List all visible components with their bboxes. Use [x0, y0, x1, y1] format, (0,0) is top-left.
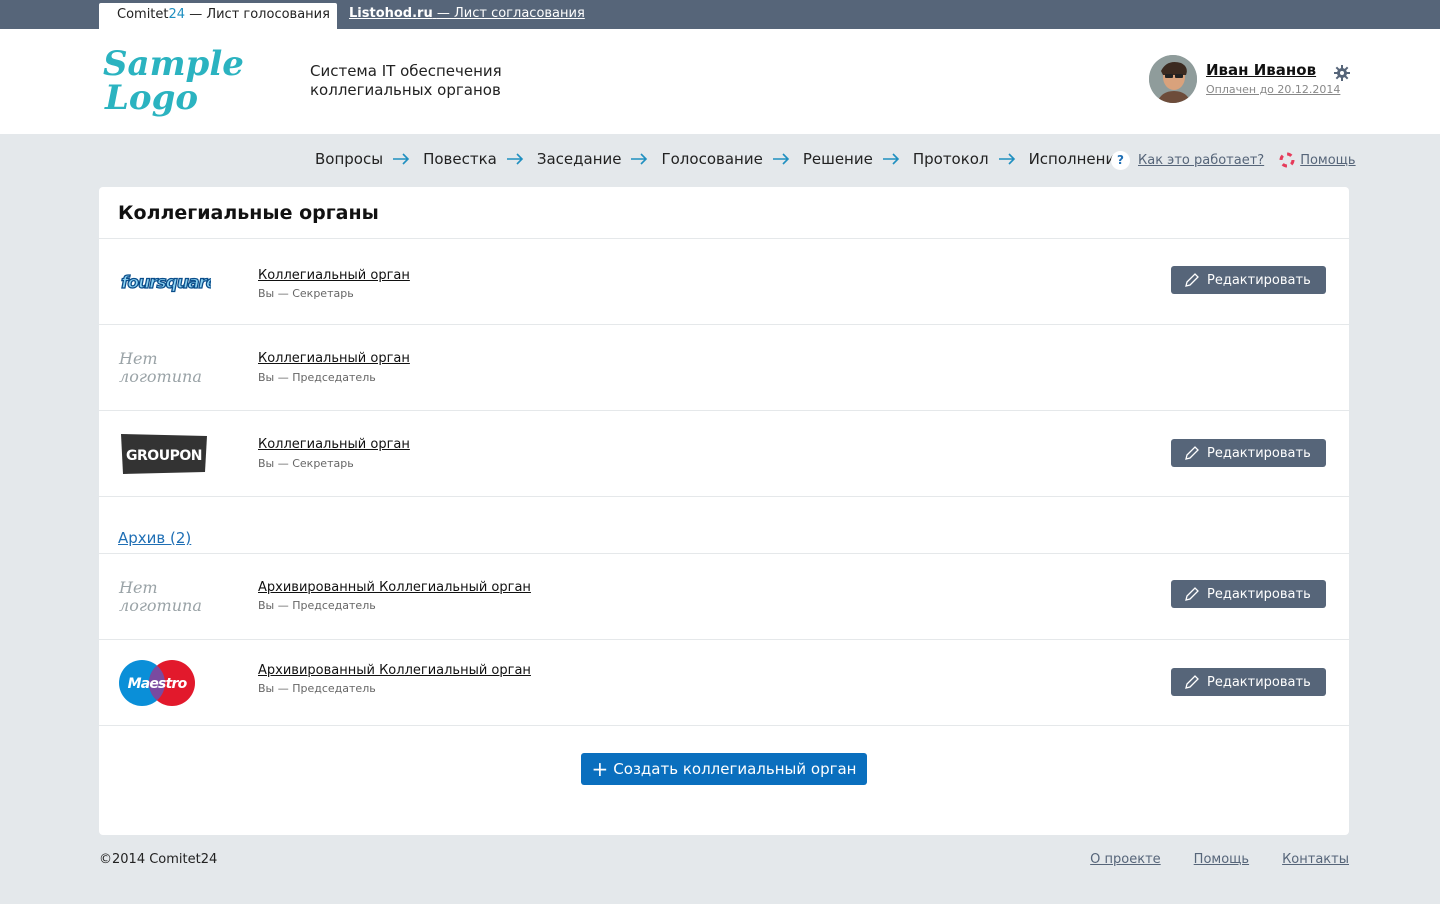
organization-name-link[interactable]: Коллегиальный орган	[258, 437, 410, 452]
edit-button[interactable]: Редактировать	[1171, 580, 1326, 608]
create-button-label: Создать коллегиальный орган	[613, 760, 857, 778]
top-tab-strip: Comitet24 — Лист голосования Listohod.ru…	[0, 0, 1440, 29]
no-logo-line2: логотипа	[119, 596, 202, 615]
organization-logo: Нет логотипа	[119, 325, 229, 411]
logo-text: GROUPON	[126, 448, 202, 464]
tab-approval-sheet[interactable]: Listohod.ru — Лист согласования	[349, 6, 585, 21]
tab-voting-sheet[interactable]: Comitet24 — Лист голосования	[99, 3, 337, 29]
step-decision[interactable]: Решение	[803, 150, 873, 168]
page-title: Коллегиальные органы	[118, 202, 379, 224]
organization-name-link[interactable]: Коллегиальный орган	[258, 351, 410, 366]
divider	[99, 725, 1349, 726]
step-voting[interactable]: Голосование	[661, 150, 762, 168]
edit-button-label: Редактировать	[1207, 272, 1311, 288]
pencil-icon	[1185, 273, 1199, 287]
arrow-right-icon	[882, 153, 899, 165]
step-agenda[interactable]: Повестка	[423, 150, 497, 168]
no-logo-line1: Нет	[119, 578, 158, 597]
edit-button[interactable]: Редактировать	[1171, 266, 1326, 294]
no-logo-placeholder: Нет логотипа	[119, 579, 202, 615]
footer-link-help[interactable]: Помощь	[1194, 852, 1249, 867]
no-logo-line2: логотипа	[119, 367, 202, 386]
edit-button-label: Редактировать	[1207, 445, 1311, 461]
arrow-right-icon	[631, 153, 648, 165]
step-meeting[interactable]: Заседание	[537, 150, 622, 168]
organization-logo: Нет логотипа	[119, 554, 229, 640]
list-item: GROUPON Коллегиальный орган Вы — Секрета…	[99, 411, 1349, 497]
organization-name-link[interactable]: Архивированный Коллегиальный орган	[258, 663, 531, 678]
bodies-card: Коллегиальные органы foursquare Коллегиа…	[99, 187, 1349, 835]
organization-name-link[interactable]: Коллегиальный орган	[258, 268, 410, 283]
avatar[interactable]	[1149, 55, 1197, 103]
help-link[interactable]: Помощь	[1300, 153, 1355, 168]
edit-button[interactable]: Редактировать	[1171, 439, 1326, 467]
organization-logo: Maestro	[119, 640, 229, 726]
copyright: ©2014 Comitet24	[99, 852, 218, 867]
plus-icon: +	[591, 757, 609, 781]
organization-role: Вы — Секретарь	[258, 287, 354, 300]
tab-label: — Лист голосования	[189, 7, 330, 22]
organization-name-link[interactable]: Архивированный Коллегиальный орган	[258, 580, 531, 595]
tagline: Система IT обеспечения коллегиальных орг…	[310, 62, 502, 100]
edit-button[interactable]: Редактировать	[1171, 668, 1326, 696]
workflow-steps: Вопросы Повестка Заседание Голосование Р…	[315, 148, 1124, 170]
footer-links: О проекте Помощь Контакты	[1090, 852, 1349, 867]
organization-role: Вы — Секретарь	[258, 457, 354, 470]
footer-link-contacts[interactable]: Контакты	[1282, 852, 1349, 867]
gear-icon[interactable]	[1334, 65, 1350, 81]
user-name[interactable]: Иван Иванов	[1206, 61, 1316, 79]
arrow-right-icon	[998, 153, 1015, 165]
edit-button-label: Редактировать	[1207, 586, 1311, 602]
foursquare-logo: foursquare	[120, 272, 211, 293]
step-protocol[interactable]: Протокол	[913, 150, 989, 168]
create-body-button[interactable]: + Создать коллегиальный орган	[581, 753, 867, 785]
how-it-works-link[interactable]: Как это работает?	[1138, 153, 1264, 168]
footer-link-about[interactable]: О проекте	[1090, 852, 1161, 867]
logo-text: Maestro	[128, 676, 188, 692]
tab-brand-accent: 24	[168, 7, 186, 22]
organization-role: Вы — Председатель	[258, 371, 376, 384]
arrow-right-icon	[393, 153, 410, 165]
organization-role: Вы — Председатель	[258, 682, 376, 695]
header: Sample Logo Система IT обеспечения колле…	[0, 29, 1440, 134]
maestro-logo: Maestro	[119, 660, 195, 706]
question-icon: ?	[1111, 150, 1130, 170]
lifebuoy-icon	[1279, 152, 1295, 168]
archive-link[interactable]: Архив (2)	[118, 529, 191, 547]
logo-line2: Logo	[104, 78, 198, 118]
no-logo-placeholder: Нет логотипа	[119, 350, 202, 386]
subscription-status[interactable]: Оплачен до 20.12.2014	[1206, 83, 1340, 96]
tagline-line1: Система IT обеспечения	[310, 62, 502, 80]
pencil-icon	[1185, 675, 1199, 689]
arrow-right-icon	[772, 153, 789, 165]
groupon-logo: GROUPON	[121, 434, 207, 474]
help-area: ? Как это работает? Помощь	[1111, 149, 1356, 171]
list-item: Нет логотипа Архивированный Коллегиальны…	[99, 554, 1349, 640]
tab-brand: Listohod.ru	[349, 6, 433, 21]
list-item: Maestro Архивированный Коллегиальный орг…	[99, 640, 1349, 726]
pencil-icon	[1185, 587, 1199, 601]
edit-button-label: Редактировать	[1207, 674, 1311, 690]
logo-text: foursquare	[121, 273, 211, 293]
organization-logo: GROUPON	[119, 411, 229, 497]
arrow-right-icon	[506, 153, 523, 165]
sample-logo[interactable]: Sample Logo	[103, 39, 243, 119]
tab-brand: Comitet	[117, 7, 169, 22]
no-logo-line1: Нет	[119, 349, 158, 368]
organization-logo: foursquare	[119, 239, 229, 325]
list-item: Нет логотипа Коллегиальный орган Вы — Пр…	[99, 325, 1349, 411]
step-questions[interactable]: Вопросы	[315, 150, 383, 168]
user-panel: Иван Иванов Оплачен до 20.12.2014	[1149, 55, 1354, 105]
list-item: foursquare Коллегиальный орган Вы — Секр…	[99, 239, 1349, 325]
tagline-line2: коллегиальных органов	[310, 81, 501, 99]
pencil-icon	[1185, 446, 1199, 460]
organization-role: Вы — Председатель	[258, 599, 376, 612]
tab-label: — Лист согласования	[436, 6, 585, 21]
divider	[99, 496, 1349, 497]
